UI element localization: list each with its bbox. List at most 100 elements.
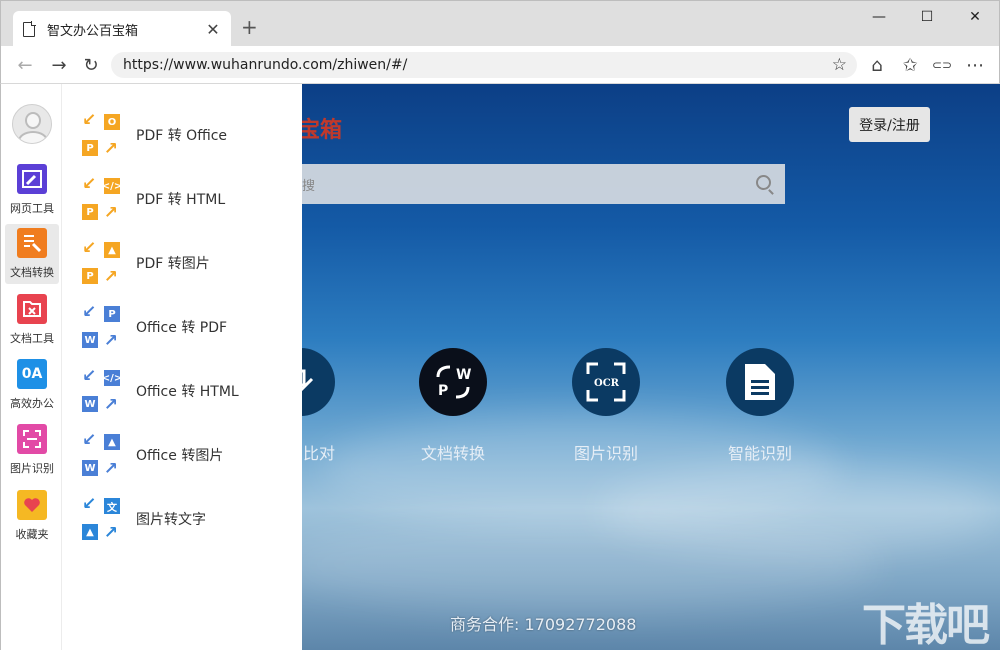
arrow-icon: ↗ <box>103 459 118 479</box>
search-icon[interactable] <box>756 175 771 190</box>
sidebar-item-favorites[interactable]: 收藏夹 <box>5 486 59 546</box>
sidebar-item-label: 文档工具 <box>10 332 54 345</box>
format-glyph: 文 <box>107 502 117 514</box>
panel-item-convert[interactable]: ↙ </> P ↗ PDF 转 HTML <box>80 176 225 222</box>
doc-convert-icon: W P <box>419 348 487 416</box>
source-format-icon: P <box>82 204 98 220</box>
panel-item-label: 图片转文字 <box>136 512 206 528</box>
login-register-button[interactable]: 登录/注册 <box>849 107 930 142</box>
source-format-icon: ▲ <box>82 524 98 540</box>
page-content: 宝箱 登录/注册 搜 比对 W P 文档转换 OCR 图片识别 智能识别 商务合… <box>0 84 1000 650</box>
left-sidebar: 网页工具 文档转换 文档工具 0A 高效办公 图片识别 收藏夹 <box>0 84 62 650</box>
feature-label: 图片识别 <box>573 444 638 463</box>
back-button[interactable]: ← <box>13 53 37 77</box>
panel-item-label: PDF 转 Office <box>136 128 228 144</box>
target-format-icon: ▲ <box>104 434 120 450</box>
svg-text:P: P <box>438 383 448 399</box>
doc-convert-panel: ↙ O P ↗ PDF 转 Office ↙ </> P ↗ PDF 转 HTML ↙ ▲ P ↗ PDF … <box>62 84 302 650</box>
target-format-icon: O <box>104 114 120 130</box>
arrow-icon: ↗ <box>103 331 118 351</box>
format-glyph: P <box>86 206 94 218</box>
format-glyph: O <box>107 116 117 128</box>
format-glyph: W <box>84 462 96 474</box>
format-glyph: ▲ <box>108 244 116 256</box>
favorite-star-icon[interactable]: ☆ <box>832 55 847 75</box>
panel-item-convert[interactable]: ↙ 文 ▲ ↗ 图片转文字 <box>80 496 206 542</box>
sidebar-item-label: 高效办公 <box>10 397 54 410</box>
arrow-icon: ↗ <box>103 523 118 543</box>
office-icon: 0A <box>17 359 47 389</box>
arrow-icon: ↙ <box>82 238 97 258</box>
format-glyph: W <box>84 334 96 346</box>
format-glyph: ▲ <box>86 526 94 538</box>
format-glyph: ▲ <box>108 436 116 448</box>
feature-smart-recognize[interactable]: 智能识别 <box>705 348 815 464</box>
close-tab-icon[interactable]: ✕ <box>205 20 221 39</box>
panel-item-label: PDF 转图片 <box>136 256 210 272</box>
more-icon[interactable]: ⋯ <box>963 53 987 77</box>
target-format-icon: ▲ <box>104 242 120 258</box>
source-format-icon: W <box>82 396 98 412</box>
sidebar-item-office[interactable]: 0A 高效办公 <box>5 355 59 415</box>
sidebar-item-web-tools[interactable]: 网页工具 <box>5 160 59 220</box>
home-icon[interactable]: ⌂ <box>865 53 889 77</box>
close-window-button[interactable]: ✕ <box>951 1 999 33</box>
new-tab-button[interactable]: + <box>241 15 258 39</box>
panel-item-convert[interactable]: ↙ P W ↗ Office 转 PDF <box>80 304 227 350</box>
doc-tool-icon <box>17 294 47 324</box>
panel-item-convert[interactable]: ↙ ▲ P ↗ PDF 转图片 <box>80 240 210 286</box>
arrow-icon: ↙ <box>82 366 97 386</box>
favorites-list-icon[interactable]: ✩ <box>898 53 922 77</box>
panel-item-label: Office 转 HTML <box>136 384 239 400</box>
forward-button[interactable]: → <box>47 53 71 77</box>
browser-nav-bar: ← → ↻ https://www.wuhanrundo.com/zhiwen/… <box>0 46 1000 84</box>
svg-text:W: W <box>456 367 471 383</box>
arrow-icon: ↗ <box>103 203 118 223</box>
sidebar-item-doc-tools[interactable]: 文档工具 <box>5 290 59 350</box>
ocr-icon: OCR <box>572 348 640 416</box>
arrow-icon: ↗ <box>103 139 118 159</box>
arrow-icon: ↙ <box>82 302 97 322</box>
arrow-icon: ↙ <box>82 110 97 130</box>
source-format-icon: P <box>82 268 98 284</box>
convert-format-icon: ↙ </> W ↗ <box>80 368 122 414</box>
tab-title: 智文办公百宝箱 <box>47 23 139 39</box>
sidebar-item-label: 网页工具 <box>10 202 54 215</box>
source-format-icon: W <box>82 460 98 476</box>
arrow-icon: ↙ <box>82 174 97 194</box>
format-glyph: </> <box>101 372 123 384</box>
target-format-icon: 文 <box>104 498 120 514</box>
convert-format-icon: ↙ 文 ▲ ↗ <box>80 496 122 542</box>
web-tool-icon <box>17 164 47 194</box>
feature-doc-convert[interactable]: W P 文档转换 <box>398 348 508 464</box>
minimize-button[interactable]: — <box>855 1 903 33</box>
sidebar-item-label: 图片识别 <box>10 462 54 475</box>
panel-item-convert[interactable]: ↙ O P ↗ PDF 转 Office <box>80 112 227 158</box>
panel-item-convert[interactable]: ↙ ▲ W ↗ Office 转图片 <box>80 432 223 478</box>
arrow-icon: ↙ <box>82 430 97 450</box>
address-bar[interactable]: https://www.wuhanrundo.com/zhiwen/#/ ☆ <box>111 52 857 78</box>
source-format-icon: W <box>82 332 98 348</box>
favorites-icon <box>17 490 47 520</box>
sidebar-item-image-recognize[interactable]: 图片识别 <box>5 420 59 480</box>
maximize-button[interactable]: ☐ <box>903 1 951 33</box>
convert-format-icon: ↙ P W ↗ <box>80 304 122 350</box>
sidebar-item-doc-convert[interactable]: 文档转换 <box>5 224 59 284</box>
feature-image-recognize[interactable]: OCR 图片识别 <box>551 348 661 464</box>
refresh-button[interactable]: ↻ <box>79 53 103 77</box>
window-controls: — ☐ ✕ <box>855 1 999 33</box>
panel-item-convert[interactable]: ↙ </> W ↗ Office 转 HTML <box>80 368 239 414</box>
sidebar-item-label: 文档转换 <box>10 266 54 279</box>
site-logo-text: 宝箱 <box>298 117 343 143</box>
watermark-logo: 下载吧 <box>862 600 990 650</box>
feature-label: 智能识别 <box>727 444 792 463</box>
convert-format-icon: ↙ </> P ↗ <box>80 176 122 222</box>
format-glyph: P <box>86 142 94 154</box>
browser-tab[interactable]: 智文办公百宝箱 ✕ <box>13 11 231 47</box>
search-input[interactable]: 搜 <box>298 164 785 204</box>
share-icon[interactable]: ⊂⊃ <box>930 53 954 77</box>
feature-label: 文档转换 <box>420 444 485 463</box>
user-avatar[interactable] <box>12 104 52 144</box>
target-format-icon: </> <box>102 178 122 194</box>
arrow-icon: ↗ <box>103 267 118 287</box>
